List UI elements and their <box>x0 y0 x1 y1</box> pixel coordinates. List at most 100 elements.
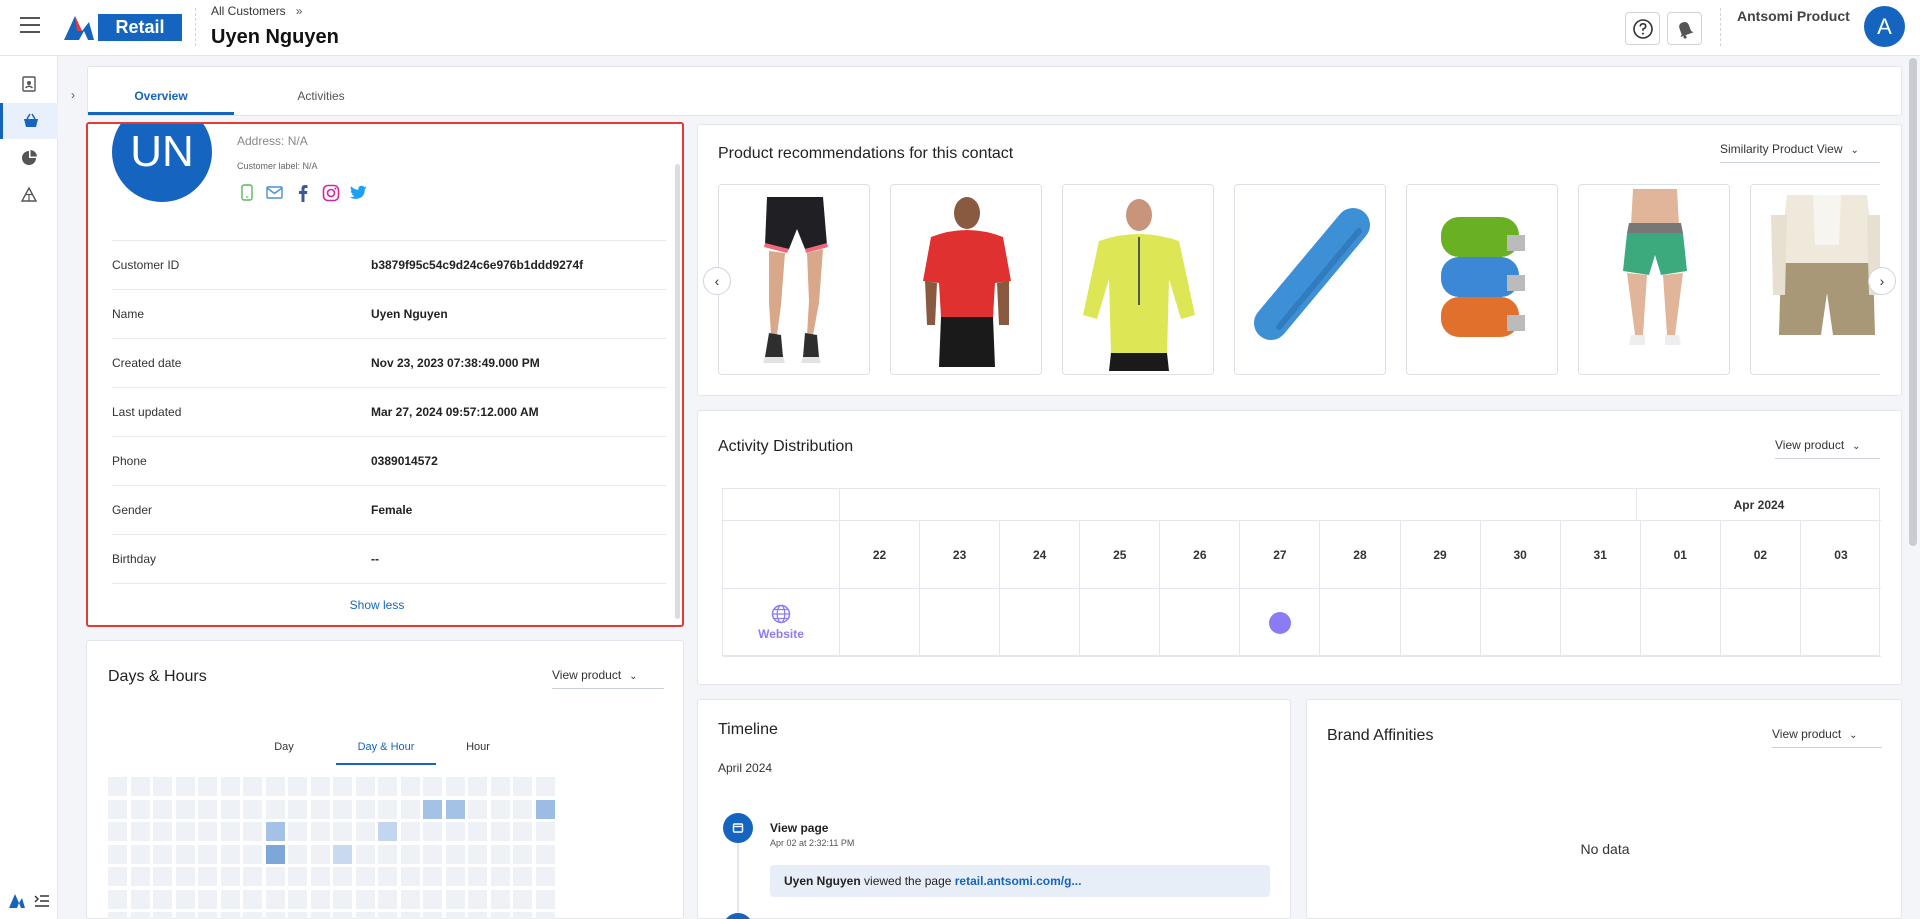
heatmap-cell[interactable] <box>175 912 195 919</box>
dayshours-view-dropdown[interactable]: View product ⌄ <box>552 668 664 689</box>
email-icon[interactable] <box>264 182 285 203</box>
heatmap-cell[interactable] <box>108 844 127 864</box>
heatmap-cell[interactable] <box>198 844 217 864</box>
heatmap-cell[interactable] <box>400 822 420 841</box>
heatmap-cell[interactable] <box>535 799 555 819</box>
heatmap-cell[interactable] <box>400 844 420 864</box>
heatmap-cell[interactable] <box>468 822 487 841</box>
activity-cell[interactable] <box>1720 589 1801 657</box>
activity-cell[interactable] <box>1560 589 1641 657</box>
sidebar-item-retail[interactable] <box>0 103 58 139</box>
product-card-green-shorts[interactable] <box>1578 184 1730 375</box>
heatmap-cell[interactable] <box>310 889 330 909</box>
heatmap-cell[interactable] <box>333 799 352 819</box>
heatmap-cell[interactable] <box>220 777 240 796</box>
heatmap-cell[interactable] <box>108 799 127 819</box>
twitter-icon[interactable] <box>348 182 369 203</box>
heatmap-cell[interactable] <box>535 867 555 886</box>
heatmap-cell[interactable] <box>355 912 375 919</box>
sidebar-item-segments[interactable] <box>0 177 58 213</box>
heatmap-cell[interactable] <box>423 777 442 796</box>
app-logo[interactable]: Retail <box>62 14 182 41</box>
heatmap-cell[interactable] <box>490 777 510 796</box>
heatmap-cell[interactable] <box>490 912 510 919</box>
heatmap-cell[interactable] <box>108 912 127 919</box>
heatmap-cell[interactable] <box>310 912 330 919</box>
heatmap-cell[interactable] <box>108 777 127 796</box>
heatmap-cell[interactable] <box>445 912 465 919</box>
heatmap-cell[interactable] <box>220 889 240 909</box>
heatmap-cell[interactable] <box>130 799 150 819</box>
heatmap-cell[interactable] <box>130 822 150 841</box>
heatmap-cell[interactable] <box>288 822 307 841</box>
activity-cell[interactable] <box>1240 589 1321 657</box>
instagram-icon[interactable] <box>320 182 341 203</box>
heatmap-cell[interactable] <box>513 912 532 919</box>
sidebar-item-analytics[interactable] <box>0 140 58 176</box>
heatmap-cell[interactable] <box>243 822 262 841</box>
heatmap-cell[interactable] <box>490 889 510 909</box>
heatmap-cell[interactable] <box>423 799 442 819</box>
heatmap-cell[interactable] <box>175 889 195 909</box>
heatmap-cell[interactable] <box>243 889 262 909</box>
heatmap-cell[interactable] <box>288 912 307 919</box>
heatmap-cell[interactable] <box>310 799 330 819</box>
heatmap-cell[interactable] <box>265 912 285 919</box>
heatmap-cell[interactable] <box>378 912 397 919</box>
heatmap-cell[interactable] <box>468 799 487 819</box>
heatmap-cell[interactable] <box>265 799 285 819</box>
scrollbar[interactable] <box>675 164 680 619</box>
carousel-prev-button[interactable]: ‹ <box>703 267 731 295</box>
heatmap-cell[interactable] <box>175 822 195 841</box>
heatmap-cell[interactable] <box>355 822 375 841</box>
product-card-yoga-straps[interactable] <box>1406 184 1558 375</box>
heatmap-cell[interactable] <box>108 867 127 886</box>
show-less-button[interactable]: Show less <box>88 598 666 612</box>
heatmap-cell[interactable] <box>175 799 195 819</box>
heatmap-cell[interactable] <box>535 889 555 909</box>
heatmap-cell[interactable] <box>423 844 442 864</box>
product-card-foam-roller[interactable] <box>1234 184 1386 375</box>
event-actor[interactable]: Uyen Nguyen <box>784 874 861 888</box>
heatmap-cell[interactable] <box>423 889 442 909</box>
activity-view-dropdown[interactable]: View product ⌄ <box>1775 438 1880 459</box>
heatmap-cell[interactable] <box>378 822 397 841</box>
heatmap-cell[interactable] <box>288 889 307 909</box>
heatmap-cell[interactable] <box>535 822 555 841</box>
heatmap-cell[interactable] <box>355 799 375 819</box>
heatmap-cell[interactable] <box>468 844 487 864</box>
heatmap-cell[interactable] <box>535 777 555 796</box>
facebook-icon[interactable] <box>292 182 313 203</box>
heatmap-cell[interactable] <box>243 867 262 886</box>
heatmap-cell[interactable] <box>175 867 195 886</box>
activity-cell[interactable] <box>1080 589 1161 657</box>
heatmap-cell[interactable] <box>445 844 465 864</box>
heatmap-cell[interactable] <box>445 889 465 909</box>
heatmap-cell[interactable] <box>468 889 487 909</box>
heatmap-cell[interactable] <box>355 844 375 864</box>
segment-hour[interactable]: Hour <box>446 741 510 765</box>
heatmap-cell[interactable] <box>108 889 127 909</box>
heatmap-cell[interactable] <box>535 912 555 919</box>
heatmap-cell[interactable] <box>130 777 150 796</box>
heatmap-cell[interactable] <box>288 777 307 796</box>
activity-cell[interactable] <box>1480 589 1561 657</box>
notifications-button[interactable] <box>1667 12 1702 45</box>
heatmap-cell[interactable] <box>513 777 532 796</box>
tab-activities[interactable]: Activities <box>248 67 394 115</box>
product-card-red-tee[interactable] <box>890 184 1042 375</box>
heatmap-cell[interactable] <box>265 822 285 841</box>
heatmap-cell[interactable] <box>333 867 352 886</box>
heatmap-cell[interactable] <box>513 799 532 819</box>
activity-cell[interactable] <box>1320 589 1401 657</box>
heatmap-cell[interactable] <box>310 867 330 886</box>
heatmap-cell[interactable] <box>153 867 172 886</box>
heatmap-cell[interactable] <box>130 867 150 886</box>
heatmap-cell[interactable] <box>355 867 375 886</box>
heatmap-cell[interactable] <box>153 822 172 841</box>
heatmap-cell[interactable] <box>153 777 172 796</box>
heatmap-cell[interactable] <box>423 912 442 919</box>
heatmap-cell[interactable] <box>513 822 532 841</box>
heatmap-cell[interactable] <box>108 822 127 841</box>
heatmap-cell[interactable] <box>153 799 172 819</box>
